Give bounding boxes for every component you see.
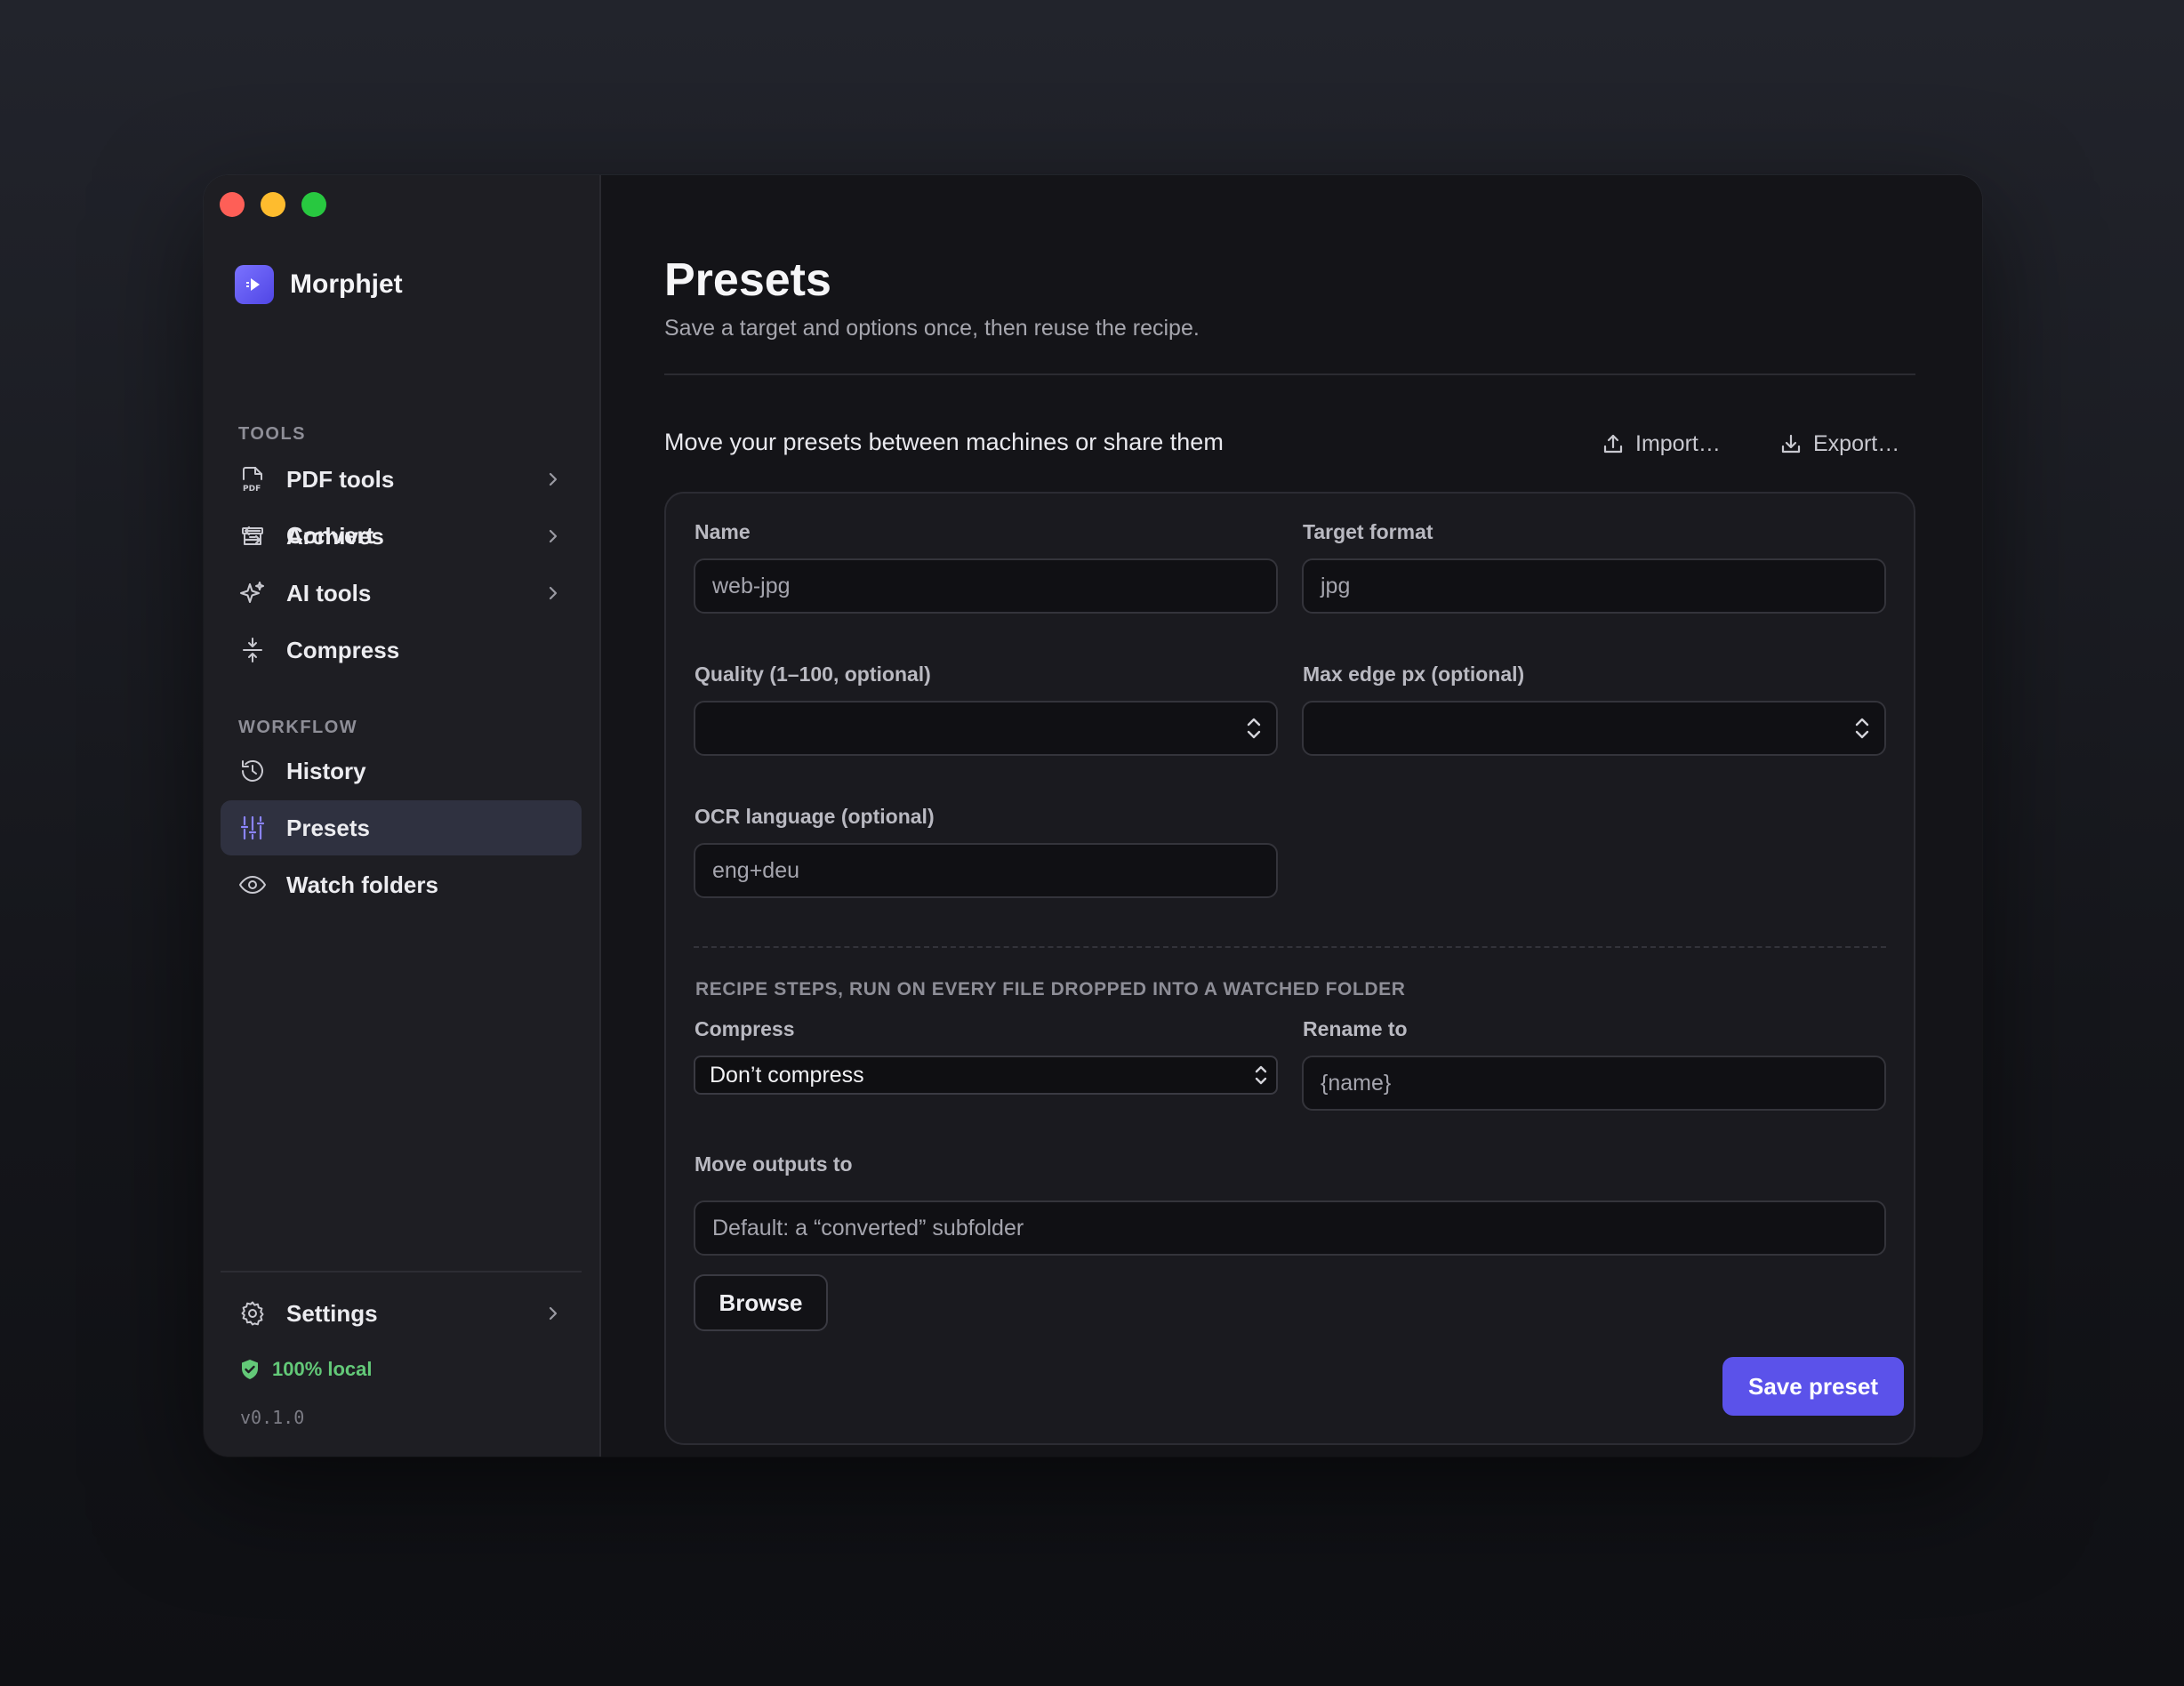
chevron-right-icon: [549, 586, 558, 600]
sidebar-item-archives[interactable]: Archives: [221, 509, 582, 564]
compress-select[interactable]: Don’t compress: [694, 1056, 1278, 1095]
download-icon: [1781, 434, 1801, 454]
sidebar-item-label: Compress: [286, 636, 400, 663]
title-divider: [664, 373, 1915, 375]
compress-label: Compress: [695, 1017, 795, 1040]
name-label: Name: [695, 520, 751, 543]
sliders-icon: [238, 814, 267, 842]
recipe-steps-heading: RECIPE STEPS, RUN ON EVERY FILE DROPPED …: [695, 979, 1406, 1000]
sidebar-item-label: Watch folders: [286, 871, 438, 898]
chevron-right-icon: [549, 472, 558, 486]
sidebar-item-label: AI tools: [286, 579, 372, 606]
gear-icon: [238, 1299, 267, 1328]
shield-check-icon: [242, 1360, 258, 1379]
local-status-label: 100% local: [272, 1358, 373, 1380]
rename-input[interactable]: {name}: [1302, 1056, 1886, 1111]
page-title: Presets: [664, 254, 831, 306]
target-format-placeholder: jpg: [1321, 573, 1351, 598]
archive-box-icon: [238, 522, 267, 550]
sidebar-item-settings[interactable]: Settings: [221, 1286, 582, 1341]
section-label-workflow: WORKFLOW: [238, 718, 358, 737]
export-label: Export…: [1813, 430, 1900, 456]
sidebar-item-history[interactable]: History: [221, 743, 582, 799]
ocr-language-label: OCR language (optional): [695, 805, 935, 828]
sidebar-item-label: PDF tools: [286, 465, 395, 493]
rename-label: Rename to: [1303, 1017, 1408, 1040]
max-edge-stepper[interactable]: [1302, 701, 1886, 756]
move-outputs-placeholder: Default: a “converted” subfolder: [712, 1215, 1024, 1240]
sparkle-icon: [238, 579, 267, 607]
chevron-right-icon: [549, 529, 558, 543]
max-edge-label: Max edge px (optional): [1303, 662, 1525, 686]
ocr-language-input[interactable]: eng+deu: [694, 843, 1278, 898]
export-button[interactable]: Export…: [1779, 425, 1899, 462]
import-button[interactable]: Import…: [1602, 425, 1721, 462]
minimize-window-button[interactable]: [261, 192, 285, 217]
page-subtitle: Save a target and options once, then reu…: [664, 316, 1200, 341]
sidebar-item-presets[interactable]: Presets: [221, 800, 582, 855]
window-controls: [220, 192, 326, 217]
stepper-arrows-icon[interactable]: [1244, 713, 1264, 743]
local-status-badge: 100% local: [240, 1358, 373, 1381]
app-brand: Morphjet: [235, 265, 403, 304]
chevron-right-icon: [549, 1306, 558, 1321]
preset-form: Name web-jpg Target format jpg Quality (…: [664, 492, 1915, 1445]
app-window: Morphjet Convert TOOLS PDF PDF tools Arc…: [204, 175, 1982, 1457]
close-window-button[interactable]: [220, 192, 245, 217]
sidebar-item-watch-folders[interactable]: Watch folders: [221, 857, 582, 912]
sidebar-item-label: Settings: [286, 1299, 378, 1327]
select-arrows-icon: [1255, 1065, 1267, 1085]
name-placeholder: web-jpg: [712, 573, 791, 598]
section-label-tools: TOOLS: [238, 424, 307, 444]
svg-text:PDF: PDF: [243, 485, 261, 493]
sidebar-item-label: History: [286, 757, 366, 784]
sidebar-item-compress[interactable]: Compress: [221, 622, 582, 678]
move-outputs-label: Move outputs to: [695, 1152, 853, 1176]
rename-placeholder: {name}: [1321, 1070, 1392, 1096]
import-label: Import…: [1635, 430, 1721, 456]
sidebar-item-pdf-tools[interactable]: PDF PDF tools: [221, 452, 582, 507]
sidebar-item-label: Archives: [286, 522, 384, 550]
move-outputs-input[interactable]: Default: a “converted” subfolder: [694, 1200, 1886, 1256]
app-logo-icon: [235, 265, 274, 304]
recipe-divider: [694, 946, 1886, 948]
main-content: Presets Save a target and options once, …: [601, 175, 1982, 1457]
upload-icon: [1603, 434, 1623, 454]
sidebar: Morphjet Convert TOOLS PDF PDF tools Arc…: [204, 175, 601, 1457]
quality-label: Quality (1–100, optional): [695, 662, 931, 686]
compress-icon: [238, 636, 267, 664]
compress-selected-value: Don’t compress: [710, 1062, 864, 1088]
target-format-label: Target format: [1303, 520, 1433, 543]
zoom-window-button[interactable]: [301, 192, 326, 217]
pdf-file-icon: PDF: [238, 465, 267, 494]
history-icon: [238, 757, 267, 785]
share-description: Move your presets between machines or sh…: [664, 429, 1224, 455]
ocr-language-placeholder: eng+deu: [712, 857, 800, 883]
browse-button[interactable]: Browse: [694, 1274, 828, 1331]
app-name: Morphjet: [290, 269, 403, 299]
eye-icon: [238, 871, 267, 899]
sidebar-item-label: Presets: [286, 814, 370, 841]
stepper-arrows-icon[interactable]: [1852, 713, 1872, 743]
sidebar-divider: [221, 1271, 582, 1273]
save-preset-button[interactable]: Save preset: [1722, 1357, 1904, 1416]
sidebar-item-ai-tools[interactable]: AI tools: [221, 566, 582, 621]
app-version: v0.1.0: [240, 1407, 305, 1428]
name-input[interactable]: web-jpg: [694, 558, 1278, 614]
target-format-input[interactable]: jpg: [1302, 558, 1886, 614]
quality-stepper[interactable]: [694, 701, 1278, 756]
